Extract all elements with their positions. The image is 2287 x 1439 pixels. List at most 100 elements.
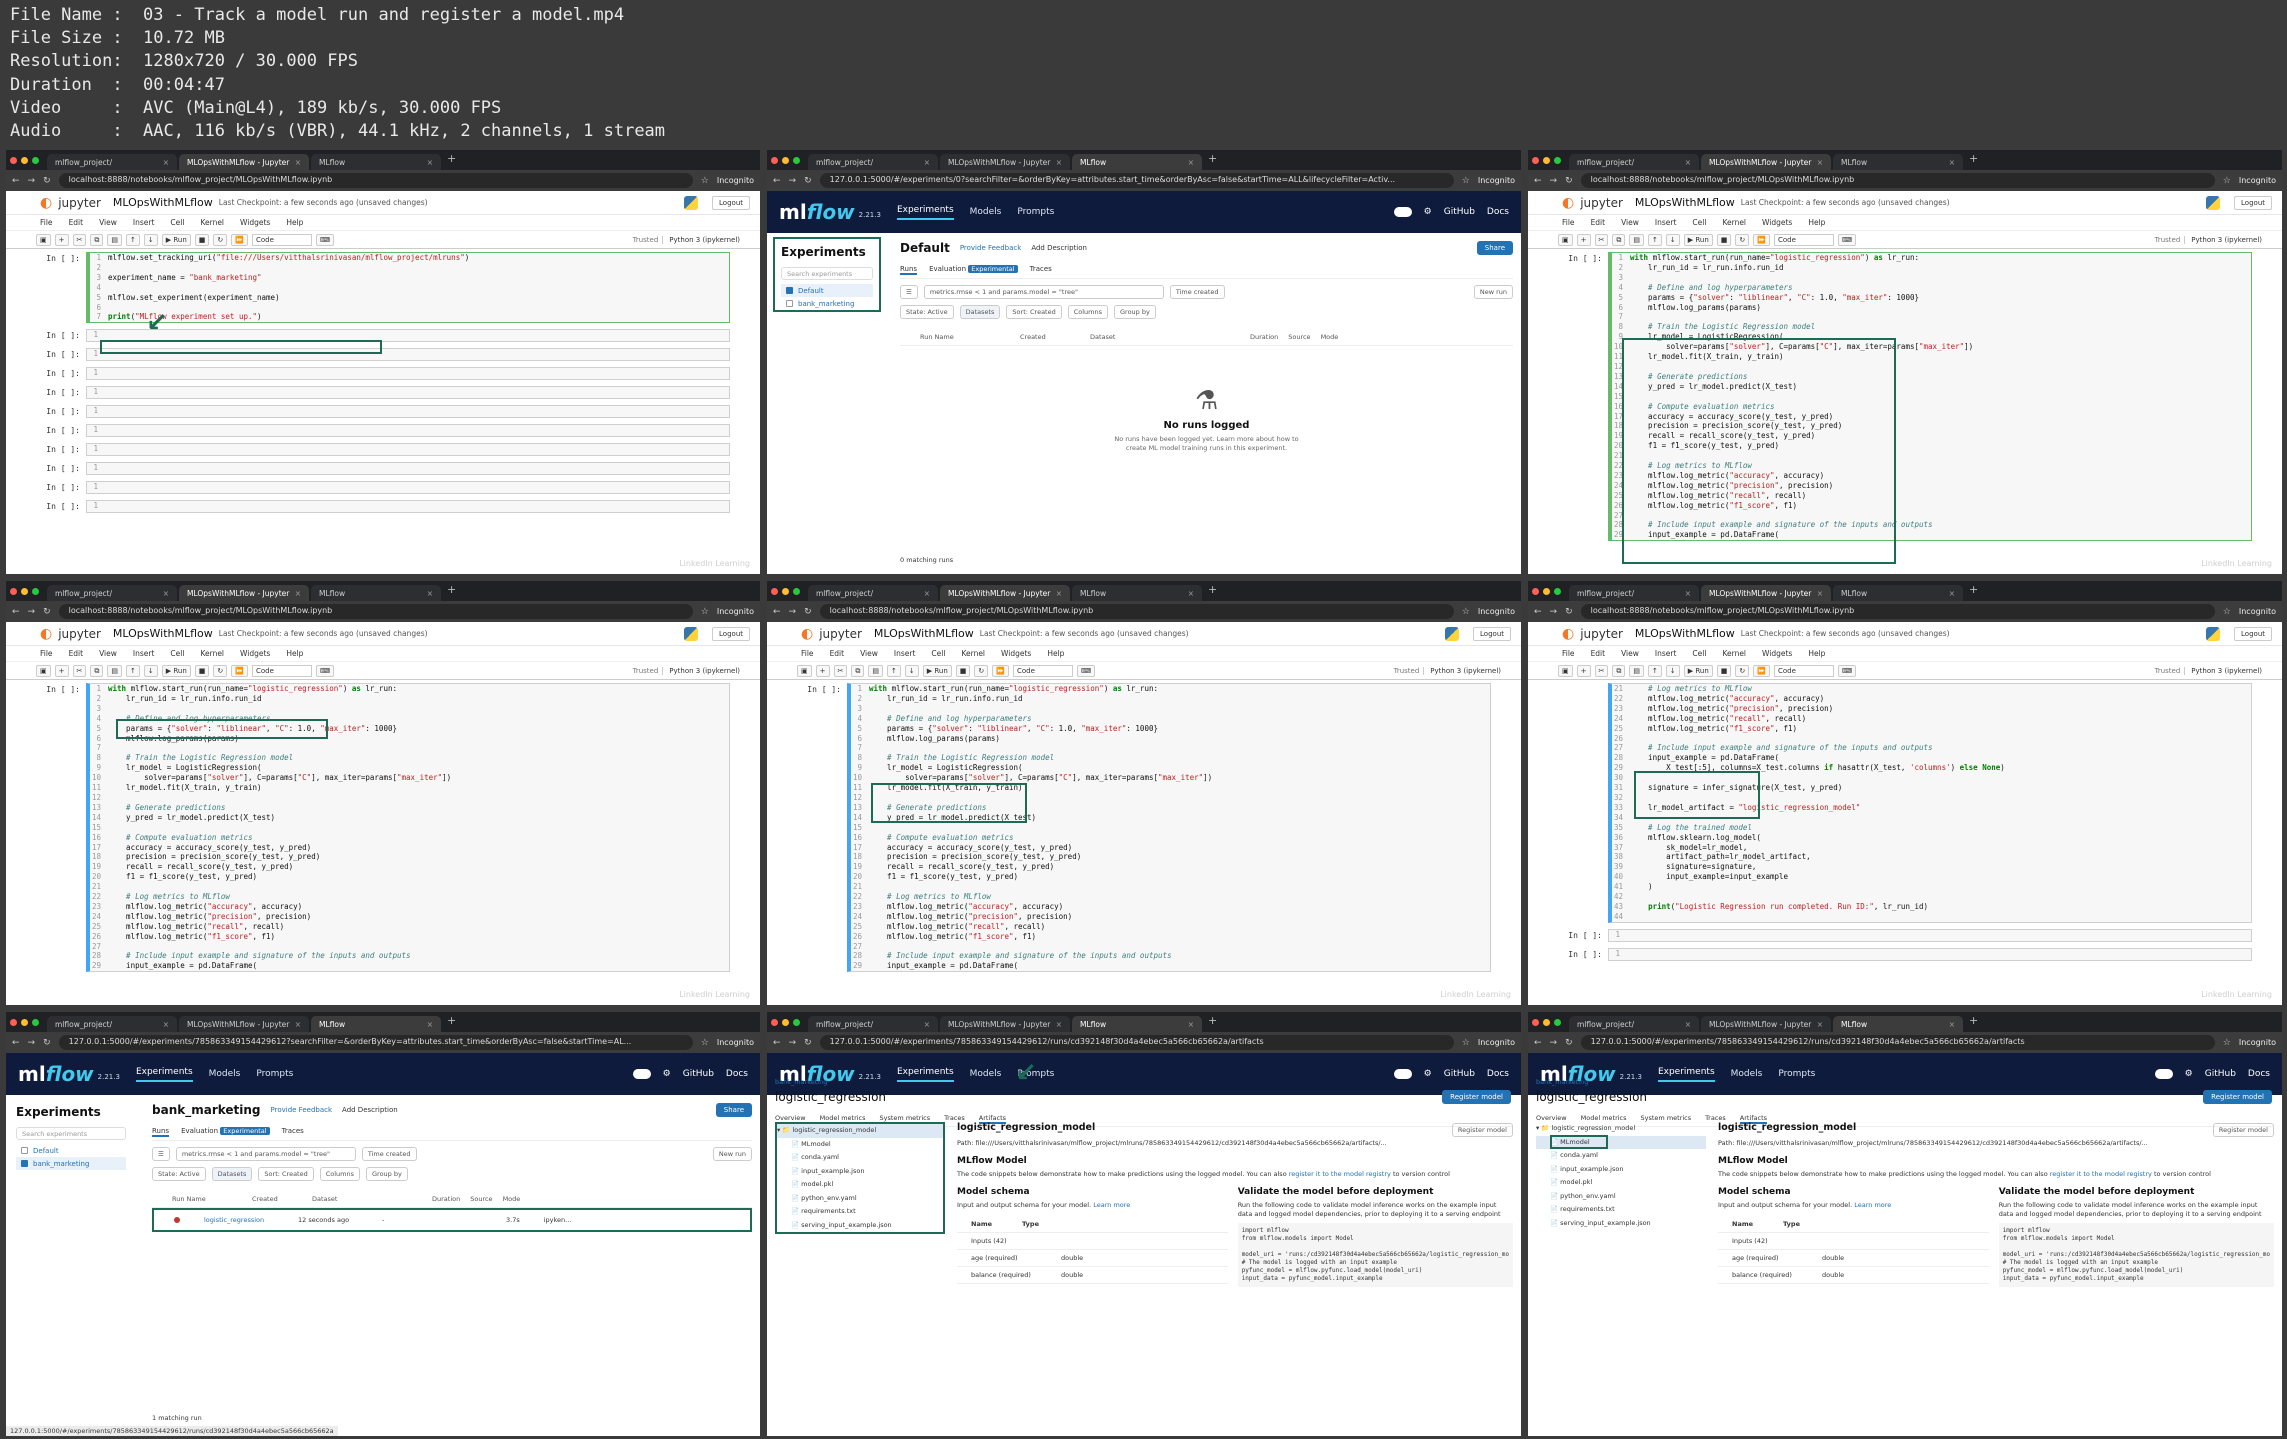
fast-forward-icon[interactable]: ⏩ [231, 233, 249, 246]
close-tab-icon[interactable]: × [295, 589, 301, 598]
stop-icon[interactable]: ■ [194, 664, 210, 677]
empty-code-cell[interactable]: In [ ]: 1 [36, 348, 730, 362]
browser-tab[interactable]: MLflow × [311, 1016, 441, 1032]
artifact-file[interactable]: 📄 conda.yaml [1536, 1149, 1706, 1163]
close-tab-icon[interactable]: × [295, 1020, 301, 1029]
artifact-file[interactable]: 📄 serving_input_example.json [1536, 1217, 1706, 1231]
minimize-window-icon[interactable] [1543, 156, 1550, 164]
copy-icon[interactable]: ⧉ [90, 233, 104, 246]
artifact-file[interactable]: 📄 model.pkl [1536, 1176, 1706, 1190]
forward-icon[interactable]: → [789, 1038, 797, 1048]
paste-icon[interactable]: ▤ [107, 233, 122, 246]
browser-tab[interactable]: mlflow_project/× [808, 585, 938, 601]
menu-item[interactable]: Kernel [200, 649, 224, 658]
cell-type-select[interactable]: Code [1774, 664, 1835, 677]
artifact-folder[interactable]: ▾ 📁 logistic_regression_model [1536, 1122, 1706, 1136]
provide-feedback-link[interactable]: Provide Feedback [960, 244, 1022, 252]
url-input[interactable]: 127.0.0.1:5000/#/experiments/78586334915… [58, 1035, 693, 1050]
back-icon[interactable]: ← [1534, 176, 1542, 186]
close-window-icon[interactable] [10, 156, 17, 164]
add-cell-icon[interactable]: + [815, 664, 830, 677]
back-icon[interactable]: ← [1534, 607, 1542, 617]
close-tab-icon[interactable]: × [1188, 158, 1194, 167]
experiment-default[interactable]: Default [781, 284, 873, 297]
close-tab-icon[interactable]: × [924, 158, 930, 167]
close-tab-icon[interactable]: × [1949, 1020, 1955, 1029]
logout-button[interactable]: Logout [712, 626, 750, 641]
close-tab-icon[interactable]: × [427, 158, 433, 167]
paste-icon[interactable]: ▤ [1629, 233, 1644, 246]
browser-tab[interactable]: MLOpsWithMLflow - Jupyter × [1701, 1016, 1831, 1032]
mlflow-logo[interactable]: mlflow [18, 1062, 94, 1086]
share-button[interactable]: Share [1476, 241, 1513, 255]
close-window-icon[interactable] [771, 1018, 778, 1026]
keyboard-icon[interactable]: ⌨ [1077, 664, 1096, 677]
reload-icon[interactable]: ↻ [1565, 1038, 1573, 1048]
close-tab-icon[interactable]: × [1685, 158, 1691, 167]
star-icon[interactable]: ☆ [701, 1038, 709, 1048]
empty-code-cell[interactable]: In [ ]: 1 [36, 481, 730, 495]
new-tab-icon[interactable]: + [1965, 583, 1982, 601]
save-icon[interactable]: ▣ [1558, 233, 1573, 246]
url-input[interactable]: 127.0.0.1:5000/#/experiments/78586334915… [1580, 1035, 2215, 1050]
menu-item[interactable]: Help [286, 218, 303, 227]
star-icon[interactable]: ☆ [1462, 607, 1470, 617]
new-tab-icon[interactable]: + [1204, 152, 1221, 170]
paste-icon[interactable]: ▤ [1629, 664, 1644, 677]
back-icon[interactable]: ← [773, 607, 781, 617]
forward-icon[interactable]: → [1550, 607, 1558, 617]
browser-tab[interactable]: MLOpsWithMLflow - Jupyter × [179, 154, 309, 170]
register-link[interactable]: register it to the model registry [2050, 1170, 2152, 1178]
minimize-window-icon[interactable] [782, 1018, 789, 1026]
columns-dropdown[interactable]: Columns [1067, 305, 1109, 319]
reload-icon[interactable]: ↻ [43, 607, 51, 617]
paste-icon[interactable]: ▤ [868, 664, 883, 677]
empty-code-cell[interactable]: In [ ]: 1 [1558, 947, 2252, 961]
browser-tab[interactable]: MLflow × [1833, 1016, 1963, 1032]
url-input[interactable]: localhost:8888/notebooks/mlflow_project/… [819, 604, 1454, 619]
back-icon[interactable]: ← [12, 607, 20, 617]
add-cell-icon[interactable]: + [54, 664, 69, 677]
artifact-file[interactable]: 📄 requirements.txt [777, 1205, 943, 1219]
browser-tab[interactable]: MLflow × [1833, 585, 1963, 601]
logout-button[interactable]: Logout [2234, 626, 2272, 641]
menu-item[interactable]: File [40, 649, 53, 658]
experiment-search-input[interactable]: Search experiments [16, 1127, 126, 1140]
code-cell-setup[interactable]: In [ ]: 1 2 3 4 5 6 7 mlflow.set_tracking… [36, 252, 730, 324]
notebook-title[interactable]: MLOpsWithMLflow [113, 196, 213, 209]
menu-item[interactable]: Widgets [1762, 218, 1792, 227]
menu-item[interactable]: Edit [830, 649, 845, 658]
reload-icon[interactable]: ↻ [1565, 607, 1573, 617]
maximize-window-icon[interactable] [32, 587, 39, 595]
code-setup[interactable]: mlflow.set_tracking_uri("file:///Users/v… [104, 253, 729, 322]
maximize-window-icon[interactable] [32, 1018, 39, 1026]
back-icon[interactable]: ← [1534, 1038, 1542, 1048]
menu-item[interactable]: Insert [133, 649, 155, 658]
restart-icon[interactable]: ↻ [213, 233, 228, 246]
artifact-file[interactable]: 📄 conda.yaml [777, 1151, 943, 1165]
empty-code-cell[interactable]: In [ ]: 1 [36, 367, 730, 381]
close-tab-icon[interactable]: × [1817, 158, 1823, 167]
new-run-button[interactable]: New run [1473, 285, 1513, 299]
menu-item[interactable]: View [99, 218, 117, 227]
reload-icon[interactable]: ↻ [804, 1038, 812, 1048]
reload-icon[interactable]: ↻ [1565, 176, 1573, 186]
browser-tab[interactable]: MLOpsWithMLflow - Jupyter × [1701, 585, 1831, 601]
maximize-window-icon[interactable] [1554, 156, 1561, 164]
menu-item[interactable]: File [40, 218, 53, 227]
mlflow-logo[interactable]: mlflow [779, 200, 855, 224]
save-icon[interactable]: ▣ [36, 664, 51, 677]
close-tab-icon[interactable]: × [163, 158, 169, 167]
add-cell-icon[interactable]: + [1576, 664, 1591, 677]
back-icon[interactable]: ← [12, 176, 20, 186]
star-icon[interactable]: ☆ [2223, 607, 2231, 617]
experiment-search-input[interactable]: Search experiments [781, 267, 873, 280]
close-tab-icon[interactable]: × [924, 589, 930, 598]
notebook-title[interactable]: MLOpsWithMLflow [874, 627, 974, 640]
browser-tab[interactable]: mlflow_project/× [808, 1016, 938, 1032]
notebook-title[interactable]: MLOpsWithMLflow [1635, 627, 1735, 640]
restart-icon[interactable]: ↻ [1735, 664, 1750, 677]
fast-forward-icon[interactable]: ⏩ [231, 664, 249, 677]
browser-tab[interactable]: mlflow_project/× [47, 1016, 177, 1032]
close-tab-icon[interactable]: × [427, 1020, 433, 1029]
